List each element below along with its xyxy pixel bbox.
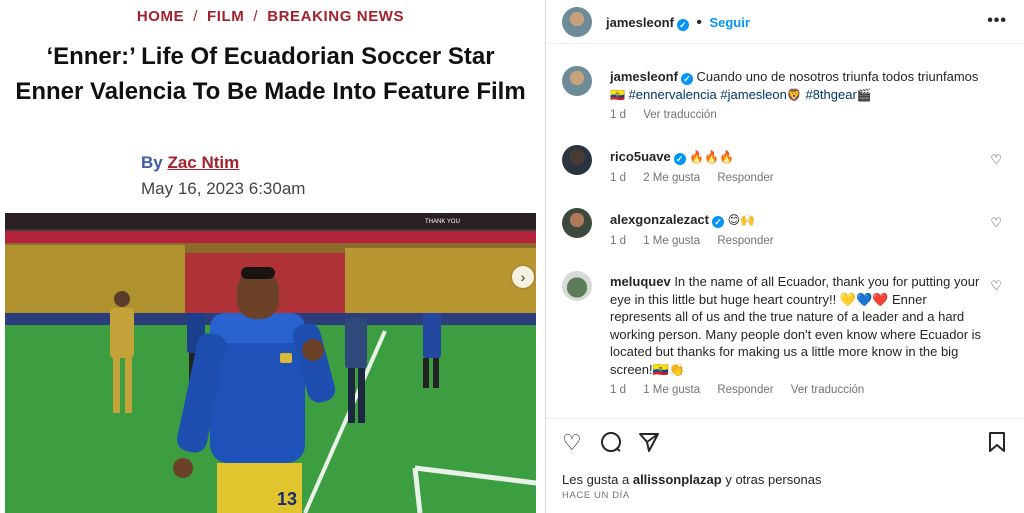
comment-meta: 1 d 1 Me gusta Responder (610, 235, 788, 247)
like-heart-icon[interactable]: ♡ (562, 431, 582, 456)
article-photo: THANK YOU 13 › (5, 213, 536, 513)
bookmark-icon[interactable] (987, 431, 1007, 459)
verified-badge-icon: ✓ (680, 73, 693, 85)
verified-badge-icon: ✓ (676, 19, 689, 31)
share-icon[interactable] (638, 431, 660, 459)
byline: By Zac Ntim (141, 153, 239, 173)
comment-username[interactable]: rico5uave (610, 149, 671, 164)
avatar[interactable] (562, 7, 592, 37)
see-translation-link[interactable]: Ver traducción (643, 109, 717, 121)
comment-time: 1 d (610, 172, 626, 184)
instagram-post-panel: jamesleonf ✓ • Seguir ••• jamesleonf ✓ Cua… (545, 0, 1024, 513)
comment-meta: 1 d 2 Me gusta Responder (610, 172, 788, 184)
caption-username[interactable]: jamesleonf (610, 69, 678, 84)
comment-item: alexgonzalezact ✓ 😊🙌 1 d 1 Me gusta Respo… (562, 208, 1002, 258)
comment-body: 😊🙌 (727, 213, 756, 227)
likes-prefix: Les gusta a (562, 472, 630, 487)
comment-item: rico5uave ✓ 🔥🔥🔥 1 d 2 Me gusta Responder … (562, 145, 1002, 195)
hashtag-link[interactable]: #ennervalencia (629, 87, 717, 102)
shorts-number: 13 (277, 489, 297, 509)
post-caption: jamesleonf ✓ Cuando uno de nosotros triun… (562, 66, 1002, 126)
post-header: jamesleonf ✓ • Seguir ••• (546, 0, 1024, 44)
verified-badge-icon: ✓ (673, 153, 686, 165)
avatar[interactable] (562, 208, 592, 238)
stadium-photo-illustration: THANK YOU 13 (5, 213, 536, 513)
reply-link[interactable]: Responder (717, 172, 773, 184)
follow-button[interactable]: Seguir (709, 15, 749, 30)
banner-text: THANK YOU (425, 219, 460, 225)
comment-body: 🔥🔥🔥 (689, 150, 735, 164)
hashtag-link[interactable]: #jamesleon (720, 87, 787, 102)
post-actions: ♡ Les gusta a allissonplazap y otras per… (546, 418, 1024, 513)
header-user: jamesleonf ✓ • Seguir (606, 14, 750, 32)
comment-username[interactable]: meluquev (610, 274, 671, 289)
heart-icon[interactable]: ♡ (990, 152, 1002, 168)
heart-icon[interactable]: ♡ (990, 215, 1002, 231)
article-headline: ‘Enner:’ Life Of Ecuadorian Soccer Star … (15, 43, 526, 105)
comment-body: In the name of all Ecuador, thank you fo… (610, 274, 982, 377)
verified-badge-icon: ✓ (712, 216, 724, 228)
avatar[interactable] (562, 66, 592, 96)
breadcrumb: HOME / FILM / BREAKING NEWS (0, 8, 541, 25)
comment-meta: 1 d 1 Me gusta Responder Ver traducción (610, 384, 878, 396)
reply-link[interactable]: Responder (717, 384, 773, 396)
likes-suffix[interactable]: y otras personas (725, 472, 821, 487)
see-translation-link[interactable]: Ver traducción (791, 384, 865, 396)
comment-icon[interactable] (600, 431, 622, 459)
breadcrumb-home[interactable]: HOME (137, 8, 184, 25)
comment-like-count[interactable]: 1 Me gusta (643, 384, 700, 396)
chevron-right-icon[interactable]: › (512, 266, 534, 288)
post-timestamp: HACE UN DÍA (562, 490, 630, 501)
article-panel: HOME / FILM / BREAKING NEWS ‘Enner:’ Life Of… (0, 0, 541, 513)
liked-by-username[interactable]: allissonplazap (633, 472, 722, 487)
comment-text: rico5uave ✓ 🔥🔥🔥 (610, 148, 990, 167)
publish-date: May 16, 2023 6:30am (141, 179, 306, 198)
caption-body: Cuando uno de nosotros triunfa todos tri… (696, 69, 979, 84)
likes-summary: Les gusta a allissonplazap y otras perso… (562, 472, 821, 487)
breadcrumb-separator: / (253, 8, 259, 25)
heart-icon[interactable]: ♡ (990, 278, 1002, 294)
comment-time: 1 d (610, 235, 626, 247)
comment-like-count[interactable]: 2 Me gusta (643, 172, 700, 184)
comment-text: meluquev In the name of all Ecuador, tha… (610, 273, 990, 378)
breadcrumb-breaking-news[interactable]: BREAKING NEWS (267, 8, 404, 25)
avatar[interactable] (562, 271, 592, 301)
hashtag-link[interactable]: #8thgear (805, 87, 856, 102)
header-username[interactable]: jamesleonf (606, 15, 674, 30)
comment-item: meluquev In the name of all Ecuador, tha… (562, 271, 1002, 401)
reply-link[interactable]: Responder (717, 235, 773, 247)
comment-text: alexgonzalezact ✓ 😊🙌 (610, 211, 990, 230)
comment-time: 1 d (610, 384, 626, 396)
breadcrumb-separator: / (193, 8, 199, 25)
caption-text: jamesleonf ✓ Cuando uno de nosotros triun… (610, 68, 990, 104)
dot-separator: • (696, 14, 702, 31)
byline-prefix: By (141, 153, 163, 172)
caption-time: 1 d (610, 109, 626, 121)
caption-meta: 1 d Ver traducción (610, 109, 731, 121)
breadcrumb-film[interactable]: FILM (207, 8, 244, 25)
ecuador-flag-icon: 🇪🇨 (610, 87, 625, 102)
clapper-emoji-icon: 🎬 (856, 87, 872, 102)
author-link[interactable]: Zac Ntim (167, 153, 239, 172)
avatar[interactable] (562, 145, 592, 175)
more-horizontal-icon[interactable]: ••• (987, 12, 1007, 30)
comment-username[interactable]: alexgonzalezact (610, 212, 709, 227)
comment-like-count[interactable]: 1 Me gusta (643, 235, 700, 247)
lion-emoji-icon: 🦁 (786, 87, 802, 102)
